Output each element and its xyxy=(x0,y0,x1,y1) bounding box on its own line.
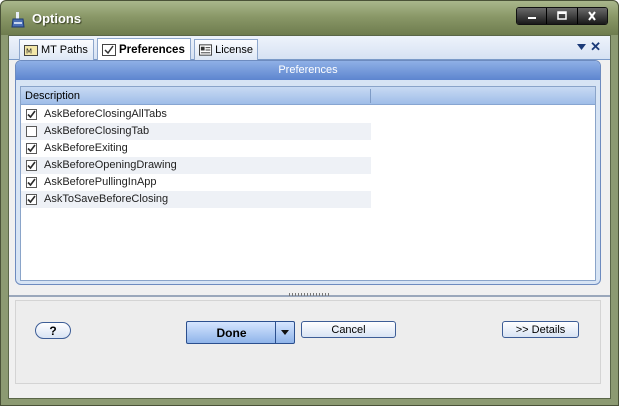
checkbox-icon xyxy=(102,44,116,56)
chevron-down-icon[interactable] xyxy=(577,44,586,50)
app-icon xyxy=(11,12,25,28)
done-split-button: Done xyxy=(186,321,295,344)
row-label: AskBeforeOpeningDrawing xyxy=(44,159,177,171)
license-card-icon xyxy=(199,44,213,56)
grid-rows: AskBeforeClosingAllTabs AskBeforeClosing… xyxy=(21,106,595,208)
maximize-button[interactable] xyxy=(547,8,578,24)
button-area xyxy=(15,300,601,384)
checkmark-icon xyxy=(27,161,36,170)
preferences-grid: Description AskBeforeClosingAllTabs AskB… xyxy=(20,86,596,281)
cancel-button[interactable]: Cancel xyxy=(301,321,396,338)
close-icon xyxy=(588,11,597,21)
details-button[interactable]: >> Details xyxy=(502,321,579,338)
minimize-button[interactable] xyxy=(517,8,548,24)
list-item[interactable]: AskToSaveBeforeClosing xyxy=(21,191,371,208)
tab-strip: M MT Paths Preferences License ✕ xyxy=(9,36,610,61)
checkmark-icon xyxy=(27,144,36,153)
checkbox[interactable] xyxy=(26,126,37,137)
svg-text:M: M xyxy=(26,48,32,56)
close-button[interactable] xyxy=(577,8,607,24)
dialog-client-area: M MT Paths Preferences License ✕ Prefere… xyxy=(8,35,611,399)
checkbox[interactable] xyxy=(26,177,37,188)
grid-header: Description xyxy=(21,87,595,105)
tab-label: Preferences xyxy=(119,44,185,56)
tab-mt-paths[interactable]: M MT Paths xyxy=(19,39,94,60)
tab-label: MT Paths xyxy=(41,44,88,56)
chevron-down-icon xyxy=(281,330,289,335)
panel-header: Preferences xyxy=(16,61,600,80)
done-dropdown-button[interactable] xyxy=(275,322,294,343)
window-controls xyxy=(516,7,608,25)
minimize-icon xyxy=(527,17,536,19)
list-item[interactable]: AskBeforeExiting xyxy=(21,140,371,157)
row-label: AskBeforeClosingTab xyxy=(44,125,150,137)
column-header-description[interactable]: Description xyxy=(25,90,80,102)
tab-preferences[interactable]: Preferences xyxy=(97,38,191,61)
row-label: AskBeforePullingInApp xyxy=(44,176,157,188)
checkmark-icon xyxy=(27,178,36,187)
preferences-panel: Preferences Description AskBeforeClosing… xyxy=(15,60,601,285)
checkmark-icon xyxy=(27,110,36,119)
row-label: AskBeforeClosingAllTabs xyxy=(44,108,167,120)
row-label: AskToSaveBeforeClosing xyxy=(44,193,169,205)
list-item[interactable]: AskBeforeClosingTab xyxy=(21,123,371,140)
checkbox[interactable] xyxy=(26,143,37,154)
maximize-icon xyxy=(557,11,567,20)
options-window: Options M MT Paths Preferences License ✕… xyxy=(0,0,619,406)
help-button[interactable]: ? xyxy=(35,322,71,339)
checkmark-icon xyxy=(27,195,36,204)
column-separator[interactable] xyxy=(370,89,371,103)
folder-icon: M xyxy=(24,45,38,56)
close-tab-icon[interactable]: ✕ xyxy=(590,40,601,53)
list-item[interactable]: AskBeforeOpeningDrawing xyxy=(21,157,371,174)
tab-license[interactable]: License xyxy=(194,39,258,60)
title-bar[interactable]: Options xyxy=(1,1,618,35)
checkbox[interactable] xyxy=(26,194,37,205)
checkbox[interactable] xyxy=(26,160,37,171)
list-item[interactable]: AskBeforeClosingAllTabs xyxy=(21,106,371,123)
tab-label: License xyxy=(215,44,253,56)
splitter-grip-icon[interactable] xyxy=(289,293,329,296)
list-item[interactable]: AskBeforePullingInApp xyxy=(21,174,371,191)
done-button[interactable]: Done xyxy=(187,322,276,343)
row-label: AskBeforeExiting xyxy=(44,142,128,154)
window-title: Options xyxy=(32,11,82,26)
checkbox[interactable] xyxy=(26,109,37,120)
